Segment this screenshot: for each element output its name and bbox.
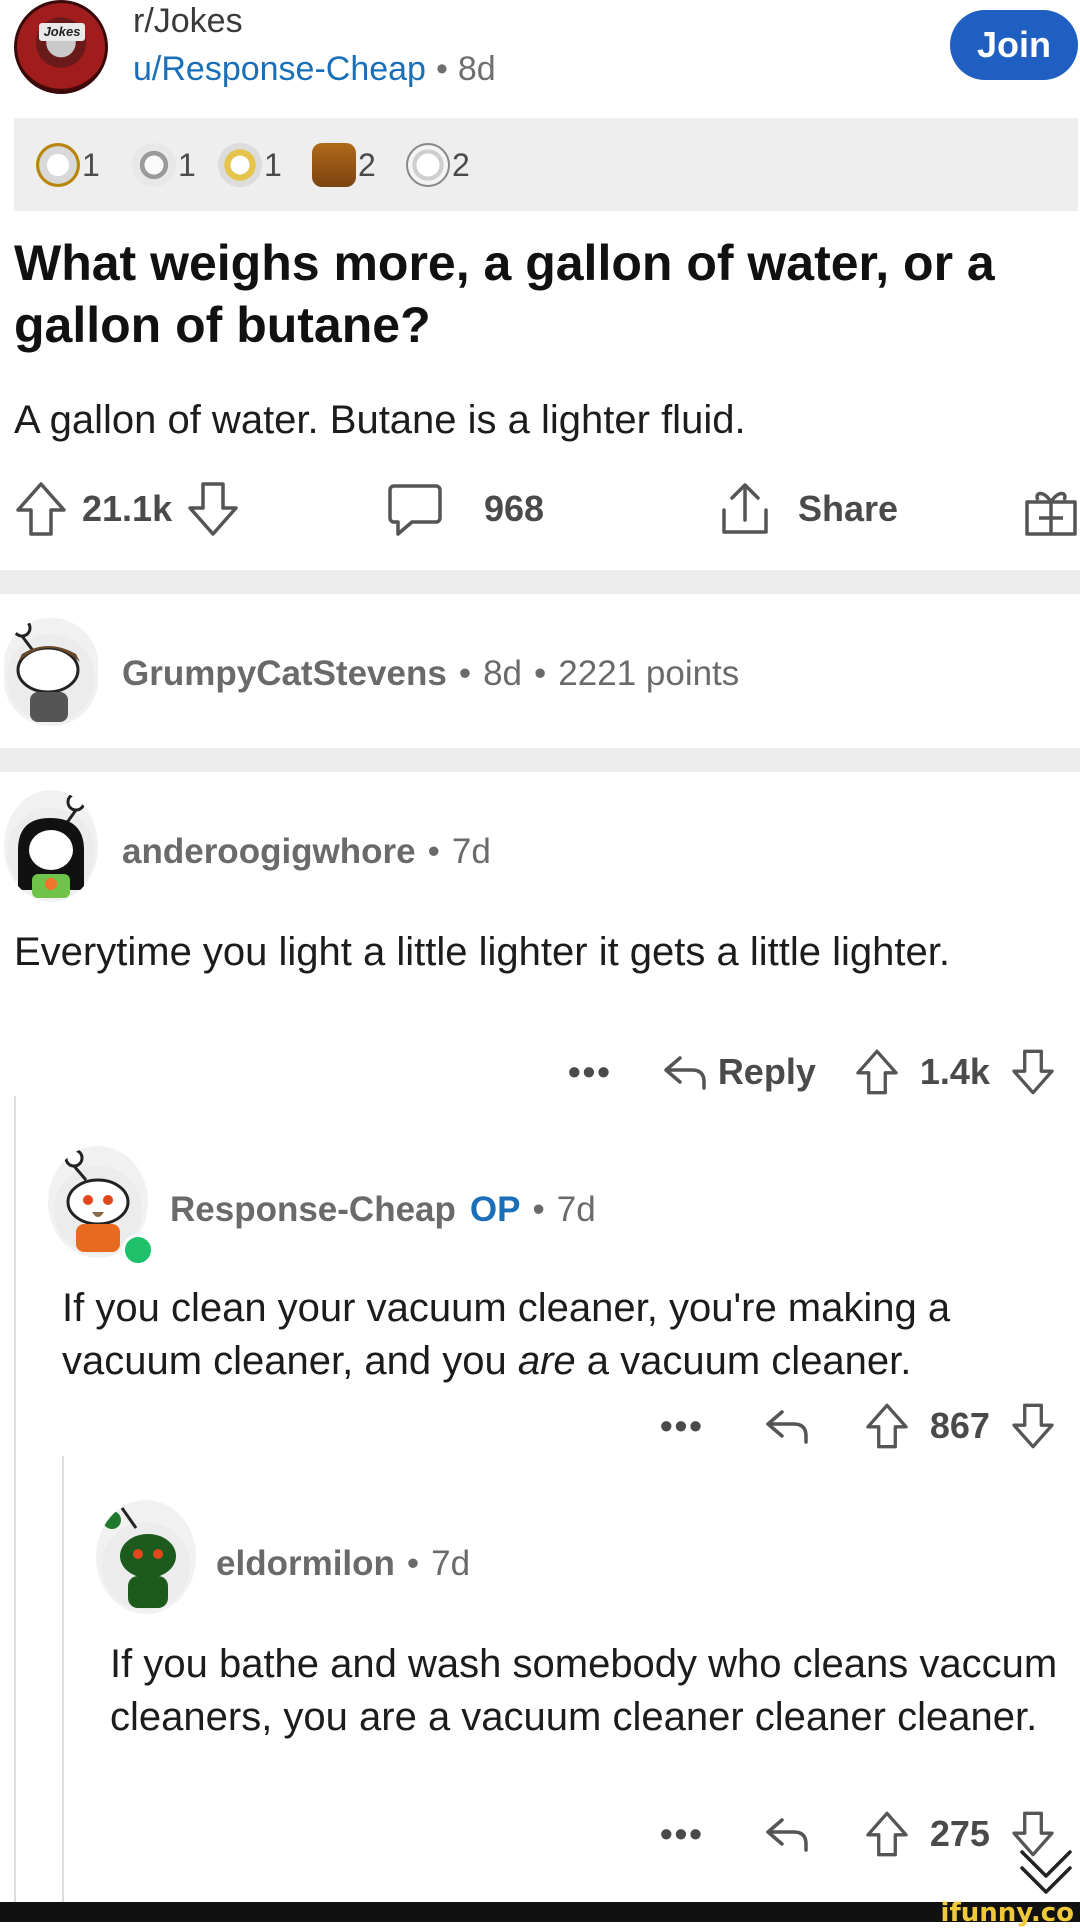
comment-text: If you clean your vacuum cleaner, you're… — [62, 1282, 1072, 1388]
comment-divider — [0, 748, 1080, 772]
share-label: Share — [798, 488, 899, 529]
award-gift-icon[interactable] — [1022, 480, 1080, 538]
comment-age: 7d — [556, 1190, 596, 1229]
share-icon — [716, 480, 774, 538]
comment-username[interactable]: anderoogigwhore — [122, 832, 416, 872]
comment-header: Response-Cheap OP • 7d — [170, 1190, 596, 1230]
award-count: 1 — [264, 146, 282, 183]
separator-dot: • — [435, 50, 448, 88]
comment-username[interactable]: GrumpyCatStevens — [122, 654, 447, 694]
comment-actions: ••• 275 — [660, 1810, 1056, 1858]
avatar[interactable] — [96, 1500, 196, 1614]
award-count: 2 — [452, 146, 470, 183]
comment-header: eldormilon • 7d — [216, 1544, 470, 1584]
reply-button[interactable]: Reply — [662, 1051, 816, 1093]
chest-award-icon — [312, 143, 356, 187]
watermark-logo: ifunny.co — [940, 1898, 1074, 1928]
more-options-icon[interactable]: ••• — [660, 1405, 704, 1447]
online-status-dot — [122, 1234, 154, 1266]
comment-score: 275 — [929, 1813, 990, 1854]
comment-age: 7d — [431, 1544, 471, 1583]
downvote-icon[interactable] — [186, 480, 240, 538]
separator-dot: • — [532, 1190, 545, 1229]
comment-age: 8d — [483, 654, 523, 693]
comment-bubble-icon — [386, 480, 444, 538]
award-item[interactable]: 1 — [36, 142, 100, 188]
award-count: 2 — [358, 146, 376, 183]
post-title[interactable]: What weighs more, a gallon of water, or … — [14, 232, 1064, 356]
comment-actions: ••• 867 — [660, 1402, 1056, 1450]
comment-emphasis: are — [517, 1339, 576, 1383]
upvote-icon[interactable] — [854, 1048, 900, 1096]
award-face-icon — [36, 143, 80, 187]
upvote-icon[interactable] — [864, 1810, 910, 1858]
avatar[interactable] — [4, 790, 98, 902]
reply-label: Reply — [717, 1051, 816, 1092]
comment-actions: ••• Reply 1.4k — [568, 1048, 1056, 1096]
share-button[interactable]: Share — [716, 480, 898, 538]
collapse-chevron-icon[interactable] — [1016, 1840, 1076, 1900]
comment-username[interactable]: eldormilon — [216, 1544, 395, 1584]
comment-age: 7d — [451, 832, 491, 871]
post-score: 21.1k — [82, 488, 173, 529]
more-options-icon[interactable]: ••• — [660, 1813, 704, 1855]
thread-line[interactable] — [14, 1096, 16, 1922]
award-item[interactable]: 2 — [312, 142, 376, 188]
comment-header: anderoogigwhore • 7d — [122, 832, 491, 872]
comment-points: 2221 points — [558, 654, 740, 693]
downvote-icon[interactable] — [1010, 1402, 1056, 1450]
reply-arrow-icon[interactable] — [764, 1814, 810, 1854]
more-options-icon[interactable]: ••• — [568, 1051, 612, 1093]
avatar[interactable] — [4, 618, 98, 726]
upvote-icon[interactable] — [864, 1402, 910, 1450]
comment-username[interactable]: Response-Cheap — [170, 1190, 456, 1230]
post-byline: u/Response-Cheap • 8d — [133, 50, 496, 89]
vote-bar: 21.1k — [14, 480, 240, 538]
subreddit-name[interactable]: r/Jokes — [133, 2, 243, 41]
comment-header: GrumpyCatStevens • 8d • 2221 points — [122, 654, 739, 694]
op-badge: OP — [469, 1190, 521, 1229]
skull-award-icon — [132, 143, 176, 187]
post-age: 8d — [457, 50, 496, 88]
reply-arrow-icon[interactable] — [764, 1406, 810, 1446]
award-count: 1 — [82, 146, 100, 183]
comment-score: 867 — [929, 1405, 990, 1446]
awards-bar[interactable]: 1 1 1 2 2 — [14, 118, 1078, 211]
footer-bar — [0, 1902, 1080, 1922]
join-button[interactable]: Join — [950, 10, 1078, 80]
post-divider — [0, 570, 1080, 594]
comment-score: 1.4k — [919, 1051, 990, 1092]
party-award-icon — [218, 143, 262, 187]
separator-dot: • — [458, 654, 472, 693]
comments-button[interactable]: 968 — [386, 480, 544, 538]
downvote-icon[interactable] — [1010, 1048, 1056, 1096]
thread-line[interactable] — [62, 1456, 64, 1922]
award-count: 1 — [178, 146, 196, 183]
comment-count: 968 — [484, 488, 545, 529]
post-body: A gallon of water. Butane is a lighter f… — [14, 398, 746, 442]
separator-dot: • — [427, 832, 440, 871]
comment-text: Everytime you light a little lighter it … — [14, 930, 950, 974]
subreddit-logo-text: Jokes — [39, 23, 85, 41]
reply-arrow-icon — [662, 1052, 708, 1092]
award-item[interactable]: 1 — [132, 142, 196, 188]
author-link[interactable]: u/Response-Cheap — [133, 50, 426, 89]
upvote-icon[interactable] — [14, 480, 68, 538]
subreddit-avatar[interactable]: Jokes — [14, 0, 108, 94]
award-item[interactable]: 2 — [406, 142, 470, 188]
comment-text: If you bathe and wash somebody who clean… — [110, 1642, 1058, 1739]
bowing-award-icon — [406, 143, 450, 187]
award-item[interactable]: 1 — [218, 142, 282, 188]
separator-dot: • — [534, 654, 547, 693]
separator-dot: • — [406, 1544, 420, 1583]
comment-text-part: a vacuum cleaner. — [575, 1339, 912, 1383]
